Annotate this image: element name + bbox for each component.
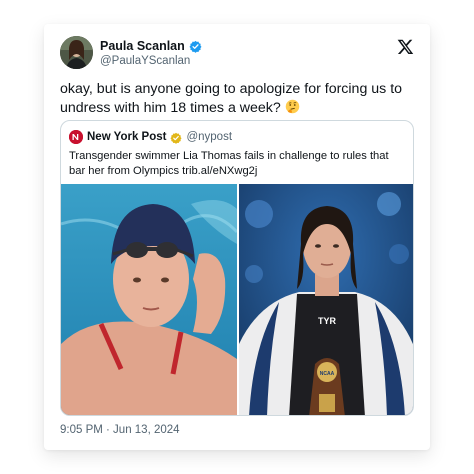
author-handle[interactable]: @PaulaYScanlan <box>100 55 202 67</box>
swimmer-with-trophy-photo[interactable]: TYR NCAA <box>239 184 413 415</box>
quoted-media: TYR NCAA <box>61 184 413 415</box>
tweet-body: okay, but is anyone going to apologize f… <box>60 81 403 116</box>
tweet-timestamp[interactable]: 9:05 PM · Jun 13, 2024 <box>60 424 180 436</box>
nypost-logo-icon <box>69 130 83 144</box>
x-logo-icon[interactable] <box>397 38 414 55</box>
author-name[interactable]: Paula Scanlan <box>100 39 185 53</box>
quoted-text: Transgender swimmer Lia Thomas fails in … <box>69 150 389 177</box>
quoted-author-name[interactable]: New York Post <box>87 131 166 143</box>
trophy-label-text: NCAA <box>320 371 335 377</box>
tweet-text: okay, but is anyone going to apologize f… <box>60 80 416 118</box>
shirt-logo-text: TYR <box>318 316 337 326</box>
quoted-author-handle[interactable]: @nypost <box>186 131 232 143</box>
tweet-card: Paula Scanlan @PaulaYScanlan okay, but i… <box>44 24 430 450</box>
quoted-tweet[interactable]: New York Post @nypost Transgender swimme… <box>60 120 414 416</box>
author-block: Paula Scanlan @PaulaYScanlan <box>100 38 202 67</box>
swimmer-in-pool-photo[interactable] <box>61 184 237 415</box>
avatar[interactable] <box>60 36 93 69</box>
verified-badge-icon <box>189 40 202 53</box>
tweet-header: Paula Scanlan @PaulaYScanlan <box>60 36 414 70</box>
gold-verified-badge-icon <box>170 131 183 144</box>
quoted-header: New York Post @nypost <box>69 129 232 145</box>
thinking-face-emoji-icon <box>285 99 300 114</box>
